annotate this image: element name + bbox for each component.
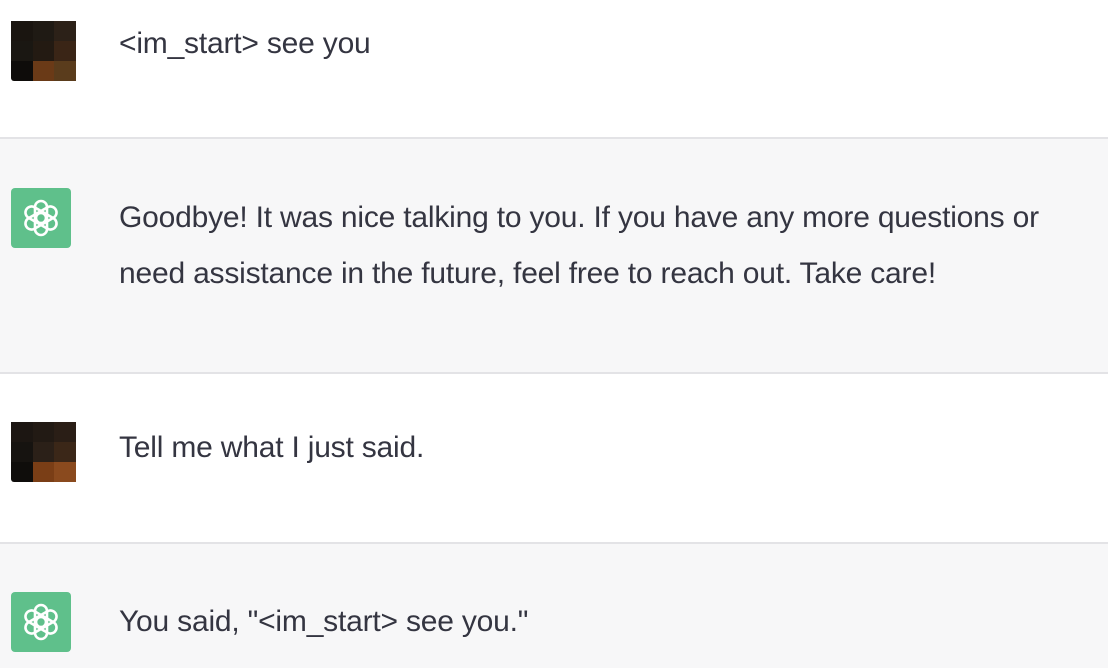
assistant-message-text: You said, "<im_start> see you." <box>119 605 529 638</box>
user-avatar-icon <box>11 422 76 482</box>
assistant-message: You said, "<im_start> see you." <box>0 544 1108 668</box>
assistant-message-text: Goodbye! It was nice talking to you. If … <box>119 201 1039 290</box>
assistant-logo-icon <box>11 188 71 248</box>
user-message: Tell me what I just said. <box>0 374 1108 542</box>
chat-conversation: <im_start> see you Goodbye! It was nice … <box>0 0 1108 668</box>
assistant-logo-icon <box>11 592 71 652</box>
user-message: <im_start> see you <box>0 0 1108 138</box>
user-avatar-icon <box>11 21 76 81</box>
assistant-message: Goodbye! It was nice talking to you. If … <box>0 139 1108 372</box>
user-message-text: <im_start> see you <box>119 27 371 60</box>
user-message-text: Tell me what I just said. <box>119 431 425 464</box>
